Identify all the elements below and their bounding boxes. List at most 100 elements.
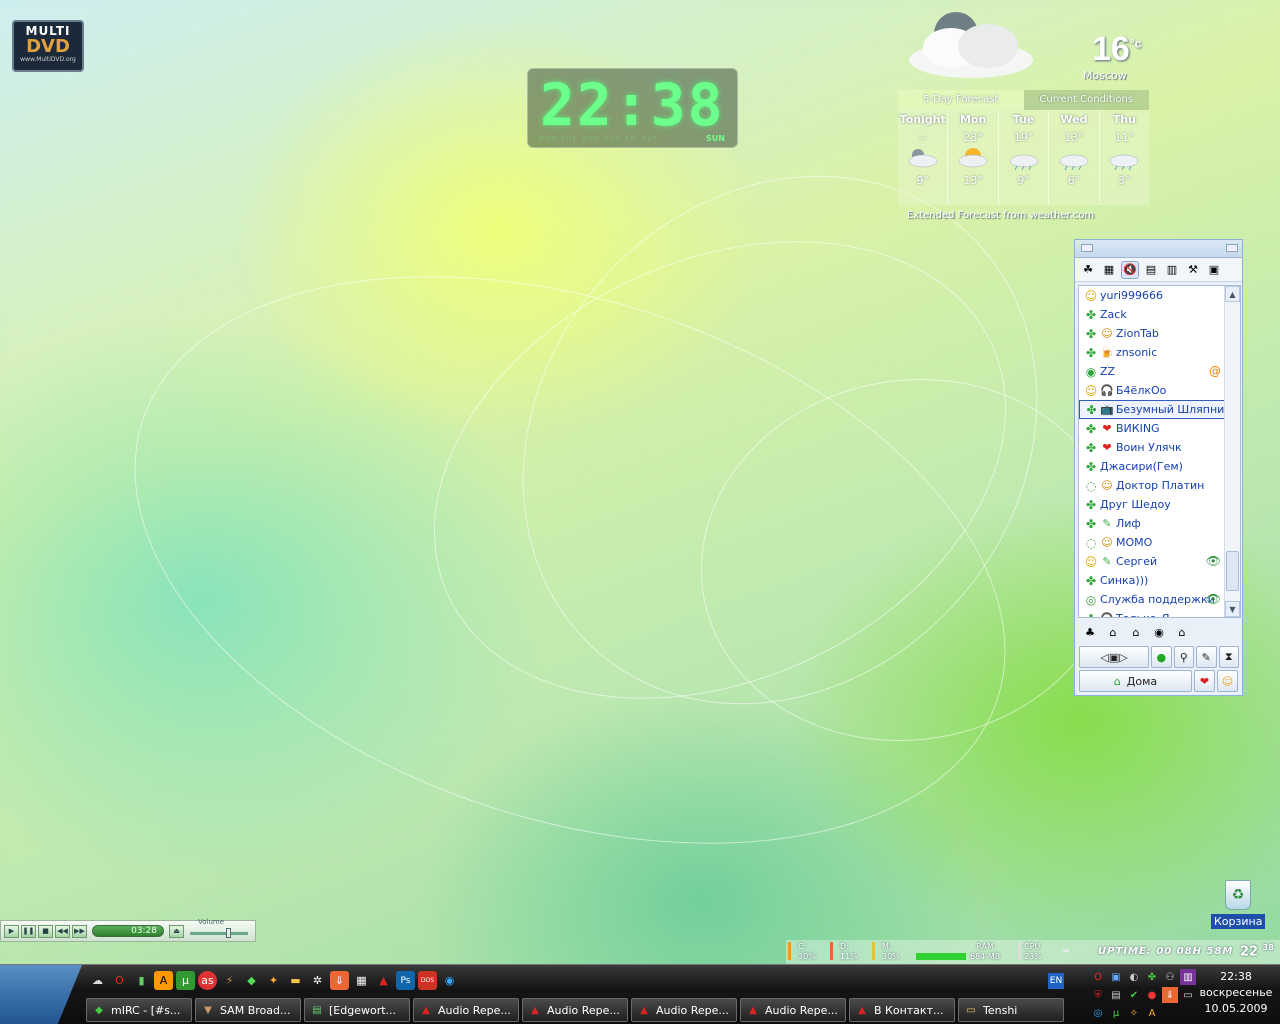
search-icon[interactable]: ⚲ (1173, 646, 1195, 668)
tools-icon[interactable]: ⚒ (1184, 261, 1202, 279)
tab-current-conditions[interactable]: Current Conditions (1023, 90, 1149, 110)
battery-icon[interactable]: ▮ (132, 971, 151, 990)
notes-icon[interactable]: ▤ (1142, 261, 1160, 279)
tray-icq-icon[interactable]: ✤ (1144, 969, 1160, 985)
butterfly-icon[interactable]: ✦ (264, 971, 283, 990)
task-button[interactable]: ▤ [Edgewort... (304, 998, 410, 1022)
multidvd-logo[interactable]: MULTI DVD www.MultiDVD.org (12, 20, 84, 72)
scroll-thumb[interactable] (1226, 551, 1239, 591)
contact-item[interactable]: ✤ Джасири(Гем) (1079, 457, 1225, 476)
history-icon[interactable]: ▦ (1100, 261, 1118, 279)
tray-web-icon[interactable]: ✧ (1126, 1005, 1142, 1021)
tray-winamp-icon[interactable]: ▥ (1180, 969, 1196, 985)
tray-utorrent-icon[interactable]: μ (1108, 1005, 1124, 1021)
contact-item[interactable]: ☺ ✎ Сергей 👁 (1079, 552, 1225, 571)
weather-extended-link[interactable]: Extended Forecast from weather.com (907, 210, 1094, 221)
volume-knob[interactable] (226, 928, 231, 938)
tray-check-icon[interactable]: ✔ (1126, 987, 1142, 1003)
task-button[interactable]: ▲ Audio Repe... (522, 998, 628, 1022)
task-button[interactable]: ▲ Audio Repe... (740, 998, 846, 1022)
tab-5-day-forecast[interactable]: 5-Day Forecast (898, 90, 1024, 110)
clock-gadget[interactable]: 22:38 MON TUE WED THU FRI SAT SUN (527, 68, 738, 148)
tray-aimp-icon[interactable]: A (1144, 1005, 1160, 1021)
tray-opera-icon[interactable]: O (1090, 969, 1106, 985)
task-button[interactable]: ◆ mIRC - [#s... (86, 998, 192, 1022)
contact-item[interactable]: ✤ ☺ ZionTab (1079, 324, 1225, 343)
pause-icon[interactable]: ❚❚ (21, 924, 36, 938)
contact-scrollbar[interactable]: ▲ ▼ (1224, 286, 1240, 617)
group-home-icon[interactable]: ⌂ (1104, 624, 1122, 640)
window-close-button[interactable] (1226, 244, 1238, 252)
globe-icon[interactable]: ◉ (440, 971, 459, 990)
tray-monitor-icon[interactable]: ▭ (1180, 987, 1196, 1003)
tray-drive-icon[interactable]: ▤ (1108, 987, 1124, 1003)
group-globe-icon[interactable]: ◉ (1150, 624, 1168, 640)
contact-item[interactable]: ✤ Синка))) (1079, 571, 1225, 590)
contact-item[interactable]: ☺ 🎧 Б4ёлкОо (1079, 381, 1225, 400)
stop-icon[interactable]: ■ (38, 924, 53, 938)
dosbox-icon[interactable]: DOS (418, 971, 437, 990)
start-button[interactable] (0, 965, 82, 1024)
contact-item[interactable]: ✤ 📺 Безумный Шляпник (1079, 400, 1225, 419)
cloud-app-icon[interactable]: ☁ (88, 971, 107, 990)
task-button[interactable]: ▼ SAM Broad... (195, 998, 301, 1022)
group-work-icon[interactable]: ⌂ (1127, 624, 1145, 640)
tray-download-icon[interactable]: ⇓ (1162, 987, 1178, 1003)
lastfm-icon[interactable]: as (198, 971, 217, 990)
scroll-down-button[interactable]: ▼ (1225, 601, 1240, 617)
audio-repeater-icon[interactable]: ▲ (374, 971, 393, 990)
tray-shield-icon[interactable]: ⛨ (1090, 987, 1106, 1003)
contact-item[interactable]: ✤ ❤ Воин Улячк (1079, 438, 1225, 457)
calendar-icon[interactable]: ▥ (1163, 261, 1181, 279)
contact-item[interactable]: ✤ ✎ Лиф (1079, 514, 1225, 533)
volume-slider[interactable]: Volume (190, 918, 250, 938)
recycle-bin[interactable]: ♻ Корзина (1211, 880, 1266, 929)
contact-item[interactable]: ◎ Служба поддержки 👁 (1079, 590, 1225, 609)
group-add-icon[interactable]: ♣ (1081, 624, 1099, 640)
plugins-icon[interactable]: ▣ (1205, 261, 1223, 279)
aimp-icon[interactable]: A (154, 971, 173, 990)
contact-item[interactable]: ◌ ☺ Доктор Платин (1079, 476, 1225, 495)
contact-list[interactable]: ☺ yuri999666 ✤ Zack ✤ ☺ ZionTab ✤ 🍺 znsonic ◉ ZZ @ ☺ 🎧… (1078, 285, 1241, 618)
task-button[interactable]: ▭ Tenshi (958, 998, 1064, 1022)
connect-icon[interactable]: ● (1151, 646, 1172, 668)
play-icon[interactable]: ▶ (4, 924, 19, 938)
xstatus-heart-icon[interactable]: ❤ (1194, 670, 1215, 692)
contact-item[interactable]: ✤ Zack (1079, 305, 1225, 324)
timer-icon[interactable]: ⧗ (1218, 646, 1240, 668)
contact-item[interactable]: ◌ ☺ МОМО (1079, 533, 1225, 552)
tray-network-icon[interactable]: ▣ (1108, 969, 1124, 985)
contact-item[interactable]: ☺ yuri999666 (1079, 286, 1225, 305)
tray-record-icon[interactable]: ● (1144, 987, 1160, 1003)
contact-item[interactable]: ✤🎧Только_Я (1079, 609, 1225, 618)
previous-icon[interactable]: ◀◀ (55, 924, 70, 938)
next-icon[interactable]: ▶▶ (72, 924, 87, 938)
taskbar-clock[interactable]: 22:38 воскресенье 10.05.2009 (1196, 969, 1276, 1017)
utorrent-icon[interactable]: μ (176, 971, 195, 990)
window-menu-icon[interactable] (1081, 244, 1093, 252)
group-house-icon[interactable]: ⌂ (1173, 624, 1191, 640)
film-icon[interactable]: ▦ (352, 971, 371, 990)
gem-icon[interactable]: ◆ (242, 971, 261, 990)
folder-icon[interactable]: ▬ (286, 971, 305, 990)
edit-icon[interactable]: ✎ (1196, 646, 1217, 668)
eject-icon[interactable]: ⏏ (169, 924, 184, 938)
task-button[interactable]: ▲ Audio Repe... (413, 998, 519, 1022)
privacy-user-icon[interactable]: ☺ (1217, 670, 1238, 692)
users-icon[interactable]: ☘ (1079, 261, 1097, 279)
tray-antivirus-icon[interactable]: ⚇ (1162, 969, 1178, 985)
player-time[interactable]: 03:28 (92, 925, 164, 937)
photoshop-icon[interactable]: Ps (396, 971, 415, 990)
window-titlebar[interactable] (1075, 240, 1242, 258)
contact-item[interactable]: ✤ 🍺 znsonic (1079, 343, 1225, 362)
language-indicator[interactable]: EN (1048, 973, 1064, 989)
mute-sound-icon[interactable]: 🔇 (1121, 260, 1139, 279)
icq-contact-window[interactable]: ☘ ▦ 🔇 ▤ ▥ ⚒ ▣ ☺ yuri999666 ✤ Zack ✤ ☺ ZionTab ✤… (1074, 239, 1243, 696)
status-button[interactable]: ⌂ Дома (1079, 670, 1192, 692)
tray-skype-icon[interactable]: ◎ (1090, 1005, 1106, 1021)
task-button[interactable]: ▲ Audio Repe... (631, 998, 737, 1022)
contact-item[interactable]: ◉ ZZ @ (1079, 362, 1225, 381)
opera-icon[interactable]: O (110, 971, 129, 990)
tray-volume-icon[interactable]: ◐ (1126, 969, 1142, 985)
scroll-up-button[interactable]: ▲ (1225, 286, 1240, 302)
